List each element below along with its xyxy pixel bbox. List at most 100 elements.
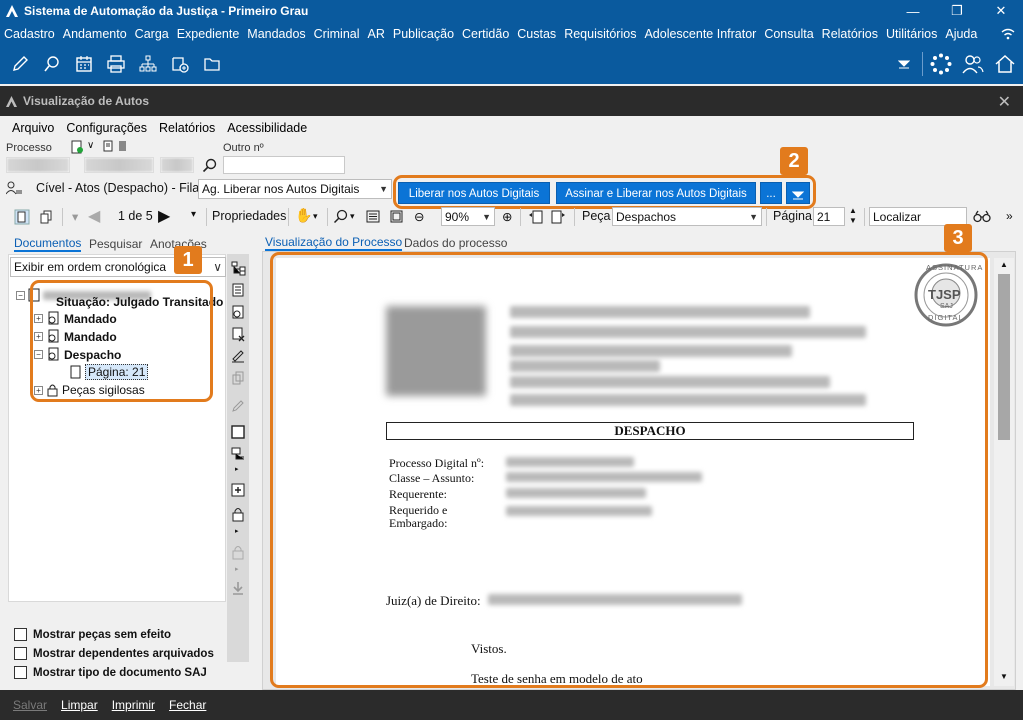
menu-certidao[interactable]: Certidão — [458, 24, 513, 44]
menu-adolescente[interactable]: Adolescente Infrator — [640, 24, 760, 44]
imprimir-button[interactable]: Imprimir — [105, 698, 162, 712]
sign-icon[interactable] — [230, 348, 246, 364]
zoom-select[interactable]: 90% ▼ — [441, 207, 495, 226]
menu-requisitorios[interactable]: Requisitórios — [560, 24, 640, 44]
menu-relatorios[interactable]: Relatórios — [818, 24, 882, 44]
rotate-right-icon[interactable] — [550, 209, 566, 225]
hand-dropdown-icon[interactable]: ▾ — [313, 211, 318, 222]
first-page-icon[interactable]: ▾ — [72, 209, 78, 224]
fila-select[interactable]: Ag. Liberar nos Autos Digitais ▼ — [198, 179, 392, 199]
processo-number-part2[interactable] — [84, 157, 154, 173]
list-view-icon[interactable] — [230, 282, 246, 298]
outro-numero-input[interactable] — [223, 156, 345, 174]
home-icon[interactable] — [989, 50, 1021, 78]
seal-icon[interactable] — [230, 304, 246, 320]
checkbox[interactable] — [14, 666, 27, 679]
menu-custas[interactable]: Custas — [513, 24, 560, 44]
menu-criminal[interactable]: Criminal — [310, 24, 364, 44]
processo-number-part3[interactable] — [160, 157, 194, 173]
zoom-search-icon[interactable] — [333, 209, 348, 224]
add-page-icon[interactable] — [230, 482, 246, 498]
scroll-thumb[interactable] — [998, 274, 1010, 440]
prev-page-icon[interactable]: ◀ — [88, 206, 100, 226]
select-tool-icon[interactable] — [14, 209, 30, 225]
menu-andamento[interactable]: Andamento — [59, 24, 131, 44]
search-icon[interactable] — [202, 158, 217, 173]
menu-acessibilidade[interactable]: Acessibilidade — [221, 120, 313, 136]
restore-icon[interactable]: ❐ — [935, 0, 979, 22]
tab-dados-processo[interactable]: Dados do processo — [404, 236, 507, 250]
checkbox[interactable] — [14, 628, 27, 641]
tab-documentos[interactable]: Documentos — [14, 236, 82, 252]
tab-pesquisar[interactable]: Pesquisar — [89, 237, 142, 251]
remove-doc-icon[interactable] — [230, 326, 246, 342]
page-counter: 1 de 5 — [118, 209, 153, 223]
doc-scrollbar[interactable]: ▲ ▼ — [994, 258, 1014, 686]
tree-view-icon[interactable] — [230, 260, 246, 276]
pagina-input[interactable]: 21 — [813, 207, 845, 226]
processo-number-part1[interactable] — [6, 157, 70, 173]
menu-mandados[interactable]: Mandados — [243, 24, 309, 44]
zoom-dropdown-icon[interactable]: ▾ — [350, 211, 355, 222]
menu-arquivo[interactable]: Arquivo — [6, 120, 60, 136]
edit-icon[interactable] — [4, 50, 36, 78]
expand-arrow-icon[interactable]: ▸ — [235, 465, 239, 473]
chevron-down-icon[interactable]: ∨ — [87, 140, 94, 151]
check-dependentes-arquivados[interactable]: Mostrar dependentes arquivados — [14, 647, 214, 660]
salvar-button[interactable]: Salvar — [6, 698, 54, 712]
overflow-icon[interactable]: » — [1006, 209, 1013, 223]
hand-tool-icon[interactable]: ✋ — [295, 207, 312, 224]
split-doc-icon[interactable] — [230, 446, 246, 462]
lock-tool-icon[interactable] — [230, 506, 246, 522]
copy-page-icon[interactable] — [38, 209, 54, 225]
folder-icon[interactable] — [196, 50, 228, 78]
bookmark-icon[interactable] — [119, 141, 126, 151]
menu-cadastro[interactable]: Cadastro — [0, 24, 59, 44]
expand-arrow-icon[interactable]: ▸ — [235, 527, 239, 535]
peca-select[interactable]: Despachos ▼ — [612, 207, 762, 226]
zoom-in-icon[interactable]: ⊕ — [502, 209, 512, 224]
select-arrow-icon: ▼ — [379, 184, 388, 194]
printer-icon[interactable] — [100, 50, 132, 78]
rotate-left-icon[interactable] — [528, 209, 544, 225]
hierarchy-icon[interactable] — [132, 50, 164, 78]
search-doc-icon[interactable] — [36, 50, 68, 78]
new-doc-icon[interactable] — [70, 140, 84, 154]
last-page-icon[interactable]: ▾ — [191, 209, 196, 220]
page-spinner-icon[interactable]: ▲ ▼ — [849, 206, 857, 226]
propriedades-button[interactable]: Propriedades — [212, 209, 286, 223]
collapse-icon[interactable]: − — [16, 290, 25, 300]
menu-ajuda[interactable]: Ajuda — [941, 24, 981, 44]
menu-consulta[interactable]: Consulta — [760, 24, 817, 44]
annotation-icon[interactable] — [230, 424, 246, 440]
menu-publicacao[interactable]: Publicação — [389, 24, 458, 44]
users-icon[interactable] — [957, 50, 989, 78]
menu-relatorios-viewer[interactable]: Relatórios — [153, 120, 221, 136]
zoom-out-icon[interactable]: ⊖ — [414, 209, 424, 224]
add-folder-icon[interactable] — [164, 50, 196, 78]
minimize-icon[interactable]: — — [891, 0, 935, 22]
menu-carga[interactable]: Carga — [131, 24, 173, 44]
checkbox[interactable] — [14, 647, 27, 660]
scroll-up-icon[interactable]: ▲ — [1000, 260, 1008, 269]
scroll-down-icon[interactable]: ▼ — [1000, 672, 1008, 681]
tab-visualizacao-processo[interactable]: Visualização do Processo — [265, 235, 403, 251]
binoculars-icon[interactable] — [973, 210, 991, 223]
next-page-icon[interactable]: ▶ — [158, 206, 170, 226]
loading-spinner-icon — [925, 50, 957, 78]
close-viewer-icon[interactable]: ✕ — [998, 92, 1011, 112]
menu-utilitarios[interactable]: Utilitários — [882, 24, 941, 44]
calendar-icon[interactable] — [68, 50, 100, 78]
fit-page-icon[interactable] — [390, 210, 403, 223]
fit-width-icon[interactable] — [366, 210, 380, 223]
check-tipo-documento[interactable]: Mostrar tipo de documento SAJ — [14, 666, 207, 679]
menu-configuracoes[interactable]: Configurações — [60, 120, 153, 136]
dropdown-arrow-icon[interactable] — [888, 50, 920, 78]
limpar-button[interactable]: Limpar — [54, 698, 105, 712]
menu-ar[interactable]: AR — [364, 24, 389, 44]
page-icon[interactable] — [103, 140, 115, 152]
menu-expediente[interactable]: Expediente — [173, 24, 244, 44]
check-pecas-sem-efeito[interactable]: Mostrar peças sem efeito — [14, 628, 171, 641]
close-icon[interactable]: ✕ — [979, 0, 1023, 22]
fechar-button[interactable]: Fechar — [162, 698, 213, 712]
